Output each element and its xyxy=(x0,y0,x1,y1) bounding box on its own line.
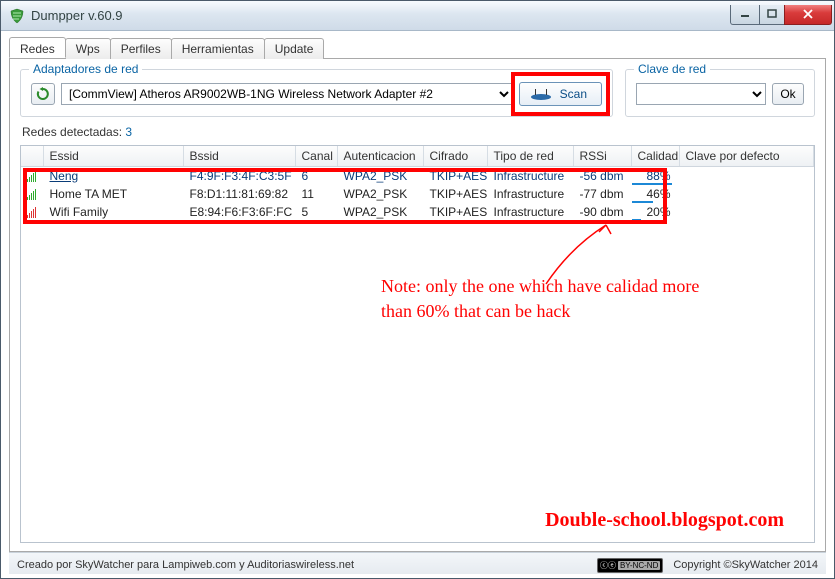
refresh-icon xyxy=(36,87,50,101)
cell-essid: Neng xyxy=(43,167,183,185)
cell-cif: TKIP+AES xyxy=(423,203,487,221)
cell-calidad: 20% xyxy=(631,203,679,221)
watermark: Double-school.blogspot.com xyxy=(545,509,784,532)
tab-wps[interactable]: Wps xyxy=(65,38,111,59)
footer-copyright: Copyright ©SkyWatcher 2014 xyxy=(673,559,818,571)
cell-key xyxy=(679,203,814,221)
table-row[interactable]: Wifi FamilyE8:94:F6:F3:6F:FC5WPA2_PSKTKI… xyxy=(21,203,814,221)
adapters-groupbox: Adaptadores de red [CommView] Atheros AR… xyxy=(20,69,613,117)
router-icon xyxy=(530,87,552,101)
detected-label: Redes detectadas: xyxy=(22,125,122,139)
network-key-groupbox: Clave de red Ok xyxy=(625,69,815,117)
col-key[interactable]: Clave por defecto xyxy=(679,146,814,167)
status-bar: Creado por SkyWatcher para Lampiweb.com … xyxy=(9,552,826,574)
cell-auth: WPA2_PSK xyxy=(337,203,423,221)
cc-badge: ⓒⓔ BY-NC-ND xyxy=(597,558,663,573)
col-canal[interactable]: Canal xyxy=(295,146,337,167)
tab-perfiles[interactable]: Perfiles xyxy=(110,38,172,59)
table-row[interactable]: Home TA METF8:D1:11:81:69:8211WPA2_PSKTK… xyxy=(21,185,814,203)
col-cif[interactable]: Cifrado xyxy=(423,146,487,167)
networks-table[interactable]: Essid Bssid Canal Autenticacion Cifrado … xyxy=(21,146,814,221)
cell-rssi: -90 dbm xyxy=(573,203,631,221)
maximize-button[interactable] xyxy=(759,5,785,25)
cell-cif: TKIP+AES xyxy=(423,167,487,185)
col-essid[interactable]: Essid xyxy=(43,146,183,167)
col-cal[interactable]: Calidad xyxy=(631,146,679,167)
annotation-arrow xyxy=(531,222,631,292)
titlebar[interactable]: Dumpper v.60.9 xyxy=(1,1,834,31)
app-window: Dumpper v.60.9 RedesWpsPerfilesHerramien… xyxy=(0,0,835,579)
tab-strip: RedesWpsPerfilesHerramientasUpdate xyxy=(9,37,826,59)
tab-update[interactable]: Update xyxy=(264,38,325,59)
cell-cif: TKIP+AES xyxy=(423,185,487,203)
detected-row: Redes detectadas: 3 xyxy=(20,123,815,139)
cell-canal: 5 xyxy=(295,203,337,221)
window-title: Dumpper v.60.9 xyxy=(31,8,731,23)
scan-button-label: Scan xyxy=(560,87,587,101)
cell-canal: 6 xyxy=(295,167,337,185)
cell-signal xyxy=(21,203,43,221)
table-row[interactable]: NengF4:9F:F3:4F:C3:5F6WPA2_PSKTKIP+AESIn… xyxy=(21,167,814,185)
cell-key xyxy=(679,185,814,203)
ok-button[interactable]: Ok xyxy=(772,83,804,105)
minimize-button[interactable] xyxy=(730,5,760,25)
col-auth[interactable]: Autenticacion xyxy=(337,146,423,167)
cell-key xyxy=(679,167,814,185)
adapters-legend: Adaptadores de red xyxy=(29,62,142,76)
tab-redes[interactable]: Redes xyxy=(9,37,66,58)
cell-calidad: 46% xyxy=(631,185,679,203)
cell-essid: Home TA MET xyxy=(43,185,183,203)
cell-canal: 11 xyxy=(295,185,337,203)
client-area: RedesWpsPerfilesHerramientasUpdate Adapt… xyxy=(1,31,834,578)
col-rssi[interactable]: RSSi xyxy=(573,146,631,167)
scan-button[interactable]: Scan xyxy=(519,82,602,106)
window-controls xyxy=(731,5,832,25)
cell-auth: WPA2_PSK xyxy=(337,167,423,185)
network-key-combo[interactable] xyxy=(636,83,766,105)
footer-credit: Creado por SkyWatcher para Lampiweb.com … xyxy=(17,559,354,571)
cell-auth: WPA2_PSK xyxy=(337,185,423,203)
cell-signal xyxy=(21,185,43,203)
tab-herramientas[interactable]: Herramientas xyxy=(171,38,265,59)
app-icon xyxy=(9,8,25,24)
cell-calidad: 88% xyxy=(631,167,679,185)
close-button[interactable] xyxy=(784,5,832,25)
cell-bssid: F4:9F:F3:4F:C3:5F xyxy=(183,167,295,185)
cell-essid: Wifi Family xyxy=(43,203,183,221)
col-bssid[interactable]: Bssid xyxy=(183,146,295,167)
cell-bssid: F8:D1:11:81:69:82 xyxy=(183,185,295,203)
table-header-row[interactable]: Essid Bssid Canal Autenticacion Cifrado … xyxy=(21,146,814,167)
networks-table-wrap: Essid Bssid Canal Autenticacion Cifrado … xyxy=(20,145,815,543)
cell-rssi: -77 dbm xyxy=(573,185,631,203)
col-tipo[interactable]: Tipo de red xyxy=(487,146,573,167)
cell-signal xyxy=(21,167,43,185)
network-key-legend: Clave de red xyxy=(634,62,710,76)
detected-count: 3 xyxy=(125,125,132,139)
col-signal[interactable] xyxy=(21,146,43,167)
annotation-text: Note: only the one which have calidad mo… xyxy=(381,274,701,324)
refresh-adapters-button[interactable] xyxy=(31,83,55,105)
cell-tipo: Infrastructure xyxy=(487,203,573,221)
cell-tipo: Infrastructure xyxy=(487,167,573,185)
adapter-select[interactable]: [CommView] Atheros AR9002WB-1NG Wireless… xyxy=(61,83,513,105)
cell-rssi: -56 dbm xyxy=(573,167,631,185)
tab-page-redes: Adaptadores de red [CommView] Atheros AR… xyxy=(9,59,826,552)
cell-tipo: Infrastructure xyxy=(487,185,573,203)
cell-bssid: E8:94:F6:F3:6F:FC xyxy=(183,203,295,221)
top-group-row: Adaptadores de red [CommView] Atheros AR… xyxy=(20,69,815,117)
